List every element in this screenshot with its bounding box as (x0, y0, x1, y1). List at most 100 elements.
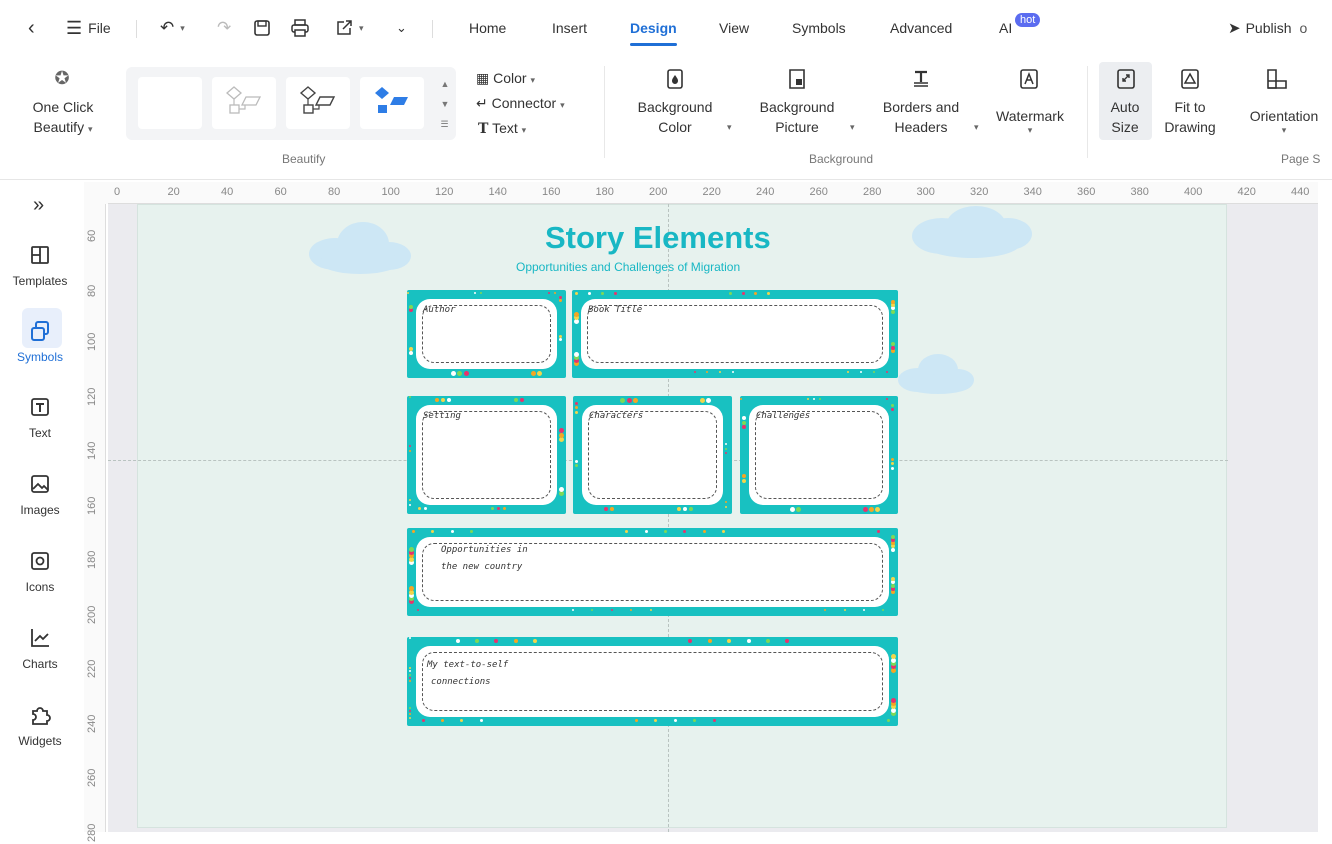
drawing-canvas[interactable]: Story Elements Opportunities and Challen… (108, 204, 1318, 832)
share-icon: o (1299, 20, 1308, 36)
confetti-dot (725, 447, 727, 450)
watermark-button[interactable]: Watermark ▾ (990, 106, 1070, 135)
symbols-icon (31, 321, 49, 341)
background-color-caret[interactable]: ▾ (727, 122, 732, 133)
confetti-dot (824, 609, 827, 611)
gallery-scroll[interactable]: ▲ ▼ ☰ (439, 71, 451, 137)
undo-icon[interactable]: ↶ ▾ (160, 14, 185, 42)
confetti-dot (571, 609, 574, 611)
tab-home[interactable]: Home (469, 14, 506, 42)
confetti-dot (632, 398, 638, 403)
confetti-dot (664, 530, 668, 533)
beautify-label: Beautify (33, 119, 85, 135)
author-card[interactable]: Author (407, 290, 566, 378)
confetti-dot (885, 371, 888, 373)
background-picture-button[interactable]: Background Picture (748, 97, 846, 137)
group-separator (604, 66, 605, 158)
background-picture-icon (787, 68, 807, 90)
confetti-dot (875, 507, 881, 512)
borders-headers-caret[interactable]: ▾ (974, 122, 979, 133)
confetti-dot (609, 507, 614, 511)
sidebar-item-text[interactable]: Text (0, 394, 80, 440)
horizontal-ruler[interactable]: 0 20 40 60 80 100 120 140 160 180 200 220 240 260 280 3… (108, 182, 1318, 204)
beautify-style-3[interactable] (286, 77, 350, 129)
confetti-dot (409, 304, 413, 309)
confetti-dot (491, 507, 495, 510)
confetti-dot (409, 706, 411, 709)
background-color-label-2: Color (658, 119, 692, 135)
publish-button[interactable]: ➤ Publish o (1228, 14, 1307, 42)
confetti-dot (559, 299, 562, 303)
opportunities-card[interactable]: Opportunities in the new country (407, 528, 898, 616)
tab-design[interactable]: Design (630, 14, 677, 46)
export-icon[interactable]: ▾ (335, 14, 364, 42)
connections-card[interactable]: My text-to-self connections (407, 637, 898, 726)
tab-advanced[interactable]: Advanced (890, 14, 952, 42)
sidebar-item-icons[interactable]: Icons (0, 548, 80, 594)
background-color-button[interactable]: Background Color (626, 97, 724, 137)
tab-insert[interactable]: Insert (552, 14, 587, 42)
beautify-style-2[interactable] (212, 77, 276, 129)
characters-card[interactable]: Characters (573, 396, 732, 514)
sidebar-item-label: Widgets (18, 734, 62, 748)
print-icon[interactable] (290, 14, 310, 42)
double-chevron-right-icon[interactable]: » (33, 194, 44, 217)
chevron-left-icon[interactable]: ‹ (28, 14, 35, 42)
background-picture-label-1: Background (759, 99, 835, 115)
text-dropdown[interactable]: T Text ▾ (478, 118, 526, 140)
setting-label: Setting (423, 411, 461, 421)
more-icon[interactable]: ⌄ (396, 14, 407, 42)
confetti-dot (742, 420, 746, 425)
color-dropdown[interactable]: ▦ Color ▾ (476, 68, 535, 90)
characters-label: Characters (589, 411, 644, 421)
sidebar-item-charts[interactable]: Charts (0, 625, 80, 671)
setting-card[interactable]: Setting (407, 396, 566, 514)
confetti-dot (683, 507, 688, 511)
confetti-dot (812, 398, 815, 400)
confetti-dot (409, 673, 411, 676)
confetti-dot (742, 425, 746, 430)
borders-headers-button[interactable]: Borders and Headers (872, 97, 970, 137)
author-label: Author (423, 305, 456, 315)
sidebar-item-images[interactable]: Images (0, 471, 80, 517)
confetti-dot (575, 406, 578, 410)
publish-label: Publish (1245, 20, 1292, 36)
sidebar-item-label: Images (20, 503, 60, 517)
connector-dropdown[interactable]: ↵ Connector ▾ (476, 93, 565, 115)
sidebar-item-symbols[interactable]: Symbols (0, 318, 80, 364)
ruler-tick-label: 160 (542, 186, 561, 198)
confetti-dot (654, 719, 658, 722)
background-picture-caret[interactable]: ▾ (850, 122, 855, 133)
diagram-subtitle[interactable]: Opportunities and Challenges of Migratio… (516, 260, 740, 274)
fit-to-drawing-button[interactable]: Fit to Drawing (1158, 97, 1222, 137)
confetti-dot (673, 719, 677, 722)
confetti-dot (480, 292, 483, 294)
file-menu[interactable]: ☰ File (66, 14, 111, 42)
confetti-dot (474, 639, 479, 643)
one-click-beautify-button[interactable]: One Click Beautify ▾ (18, 97, 108, 139)
tab-symbols[interactable]: Symbols (792, 14, 846, 42)
ruler-tick-label: 100 (381, 186, 400, 198)
tab-view[interactable]: View (719, 14, 749, 42)
confetti-dot (409, 676, 411, 679)
ai-hot-badge: hot (1015, 13, 1041, 27)
challenges-card[interactable]: Challenges (740, 396, 898, 514)
save-icon[interactable] (253, 14, 271, 42)
sidebar-item-widgets[interactable]: Widgets (0, 702, 80, 748)
confetti-dot (725, 443, 727, 446)
confetti-dot (575, 410, 578, 414)
confetti-dot (891, 547, 895, 552)
borders-headers-label-2: Headers (894, 119, 948, 135)
book-title-card[interactable]: Book Title (572, 290, 898, 378)
tab-ai[interactable]: AI (999, 14, 1012, 42)
confetti-dot (847, 371, 850, 373)
background-color-icon (665, 68, 685, 90)
vertical-ruler[interactable]: 60 80 100 120 140 160 180 200 220 240 260 280 (84, 204, 106, 842)
diagram-title[interactable]: Story Elements (545, 220, 771, 256)
orientation-button[interactable]: Orientation ▾ (1236, 106, 1332, 135)
confetti-dot (746, 639, 751, 643)
sidebar-item-templates[interactable]: Templates (0, 242, 80, 288)
redo-icon[interactable]: ↷ (217, 14, 231, 42)
beautify-style-1[interactable] (138, 77, 202, 129)
beautify-style-4[interactable] (360, 77, 424, 129)
